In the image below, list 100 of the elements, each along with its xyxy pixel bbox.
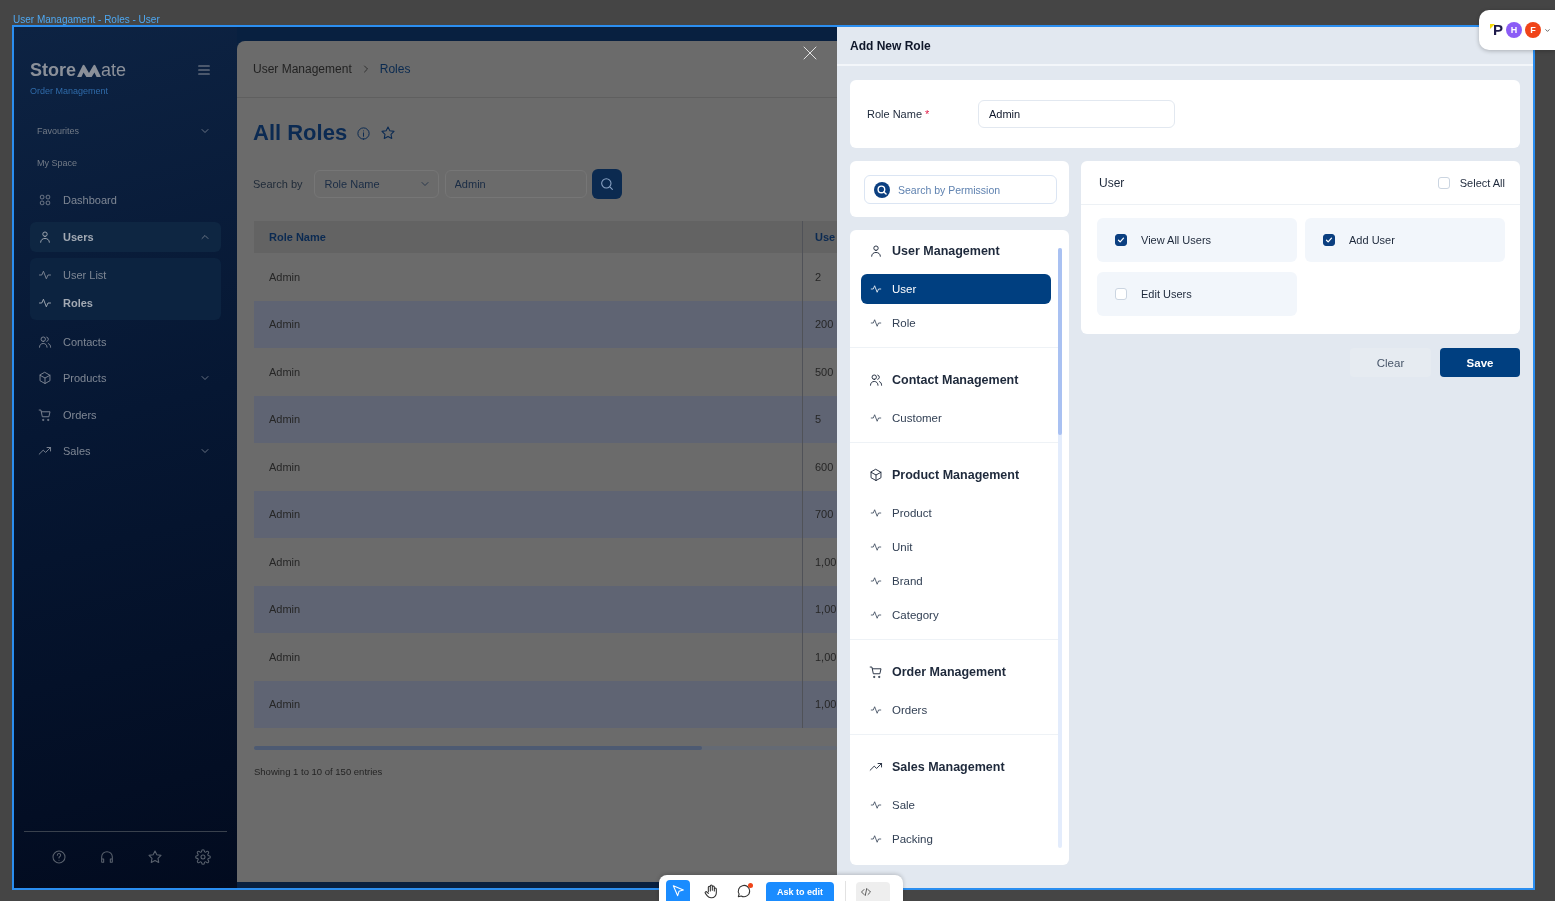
permission-option[interactable]: View All Users	[1097, 218, 1297, 262]
pulse-icon	[870, 317, 882, 329]
table-cell-text: Admin	[268, 697, 302, 713]
role-name-input[interactable]: Admin	[978, 100, 1175, 128]
box-icon	[38, 371, 52, 385]
permission-option[interactable]: Add User	[1305, 218, 1505, 262]
pulse-icon	[870, 412, 882, 424]
nav-item[interactable]: Products	[30, 363, 221, 393]
search-field[interactable]: Search by Permission	[864, 175, 1057, 204]
submenu-item[interactable]: User List	[30, 261, 221, 289]
checkbox[interactable]	[1115, 234, 1127, 246]
permission-group-title: Product Management	[892, 468, 1020, 482]
clear-button[interactable]: Clear	[1350, 348, 1431, 377]
app-logo[interactable]: P	[1493, 22, 1503, 38]
pulse-icon	[870, 575, 882, 587]
avatar[interactable]: F	[1525, 22, 1541, 38]
table-cell-text: Admin	[268, 412, 302, 428]
checkbox[interactable]	[1323, 234, 1335, 246]
scrollbar-thumb[interactable]	[1058, 248, 1062, 435]
permission-module-item[interactable]: Product	[861, 498, 1051, 528]
logo-text: Store	[30, 59, 76, 81]
permission-group-title: Order Management	[892, 665, 1006, 679]
table-cell-text: Admin	[268, 602, 302, 618]
search-button[interactable]	[591, 169, 622, 199]
cart-icon	[869, 665, 883, 679]
code-icon	[860, 885, 872, 898]
trend-icon	[869, 760, 883, 774]
caret-icon[interactable]	[1544, 26, 1551, 34]
pulse-icon	[870, 283, 882, 295]
pulse-icon	[870, 833, 882, 845]
drawer-title: Add New Role	[850, 38, 931, 53]
sidebar-section[interactable]: Favourites	[30, 119, 221, 143]
section-label: My Space	[36, 157, 79, 170]
nav-item[interactable]: Dashboard	[30, 185, 221, 215]
search-label: Search by	[253, 178, 303, 190]
permission-module-item[interactable]: Sale	[861, 790, 1051, 820]
users-icon	[869, 373, 883, 387]
trend-icon	[38, 444, 52, 458]
permission-module-item[interactable]: Role	[861, 308, 1051, 338]
permission-module-item[interactable]: User	[861, 274, 1051, 304]
table-cell-text: Admin	[268, 459, 302, 475]
user-icon	[38, 229, 52, 244]
column-header: Role Name	[268, 230, 327, 245]
help-icon[interactable]	[51, 849, 67, 865]
star-icon[interactable]	[380, 125, 397, 141]
permission-label: Edit Users	[1141, 288, 1192, 300]
pulse-icon	[870, 541, 882, 553]
avatar[interactable]: H	[1506, 22, 1522, 38]
comment-icon	[736, 882, 752, 899]
permission-module-item[interactable]: Packing	[861, 824, 1051, 854]
permission-group-title: Sales Management	[892, 760, 1005, 774]
table-cell-text: Admin	[268, 364, 302, 380]
headphones-icon[interactable]	[99, 849, 115, 865]
check-icon	[1116, 235, 1126, 245]
breadcrumb-current: Roles	[379, 62, 411, 76]
table-cell-text: Admin	[268, 554, 302, 570]
search-icon	[598, 176, 615, 192]
permission-label: View All Users	[1141, 234, 1212, 246]
nav-item[interactable]: Orders	[30, 399, 221, 430]
permission-option[interactable]: Edit Users	[1097, 272, 1297, 316]
entries-summary: Showing 1 to 10 of 150 entries	[254, 766, 383, 778]
cart-icon	[38, 407, 52, 422]
permission-module-item[interactable]: Category	[861, 600, 1051, 630]
permission-group-title: Contact Management	[892, 373, 1019, 387]
nav-item[interactable]: Contacts	[30, 326, 221, 357]
permission-module-item[interactable]: Orders	[861, 695, 1051, 725]
field-label: Role Name *	[867, 108, 931, 120]
permission-module-item[interactable]: Unit	[861, 532, 1051, 562]
table-cell-text: Admin	[268, 317, 302, 333]
logo-text: ate	[101, 59, 127, 81]
users-icon	[38, 334, 52, 349]
box-icon	[869, 468, 883, 482]
table-cell-text: Admin	[268, 269, 302, 285]
star-icon[interactable]	[147, 849, 163, 865]
notification-dot-icon	[748, 883, 753, 888]
settings-icon[interactable]	[195, 849, 211, 865]
nav-item[interactable]: Users	[30, 221, 221, 252]
submenu-item[interactable]: Roles	[30, 289, 221, 317]
pulse-icon	[870, 609, 882, 621]
select-all-label: Select All	[1459, 176, 1505, 189]
logo-mark-icon	[77, 64, 101, 77]
hand-icon	[703, 882, 719, 899]
info-icon[interactable]	[356, 125, 372, 141]
window-title: User Managament - Roles - User	[13, 14, 160, 26]
pulse-icon	[38, 268, 52, 282]
search-icon	[874, 181, 890, 198]
code-button[interactable]	[856, 882, 890, 901]
user-icon	[869, 244, 883, 258]
table-cell-text: Admin	[268, 649, 302, 665]
permission-label: Add User	[1349, 234, 1395, 246]
grid-icon	[38, 193, 52, 207]
nav-item[interactable]: Sales	[30, 436, 221, 466]
permission-group-title: User Management	[892, 244, 1000, 258]
close-icon[interactable]	[801, 44, 819, 62]
page-title: All Roles	[253, 119, 348, 147]
save-button[interactable]: Save	[1440, 348, 1520, 377]
menu-icon[interactable]	[196, 62, 212, 78]
pulse-icon	[38, 296, 52, 310]
permission-module-item[interactable]: Customer	[861, 403, 1051, 433]
permission-module-item[interactable]: Brand	[861, 566, 1051, 596]
